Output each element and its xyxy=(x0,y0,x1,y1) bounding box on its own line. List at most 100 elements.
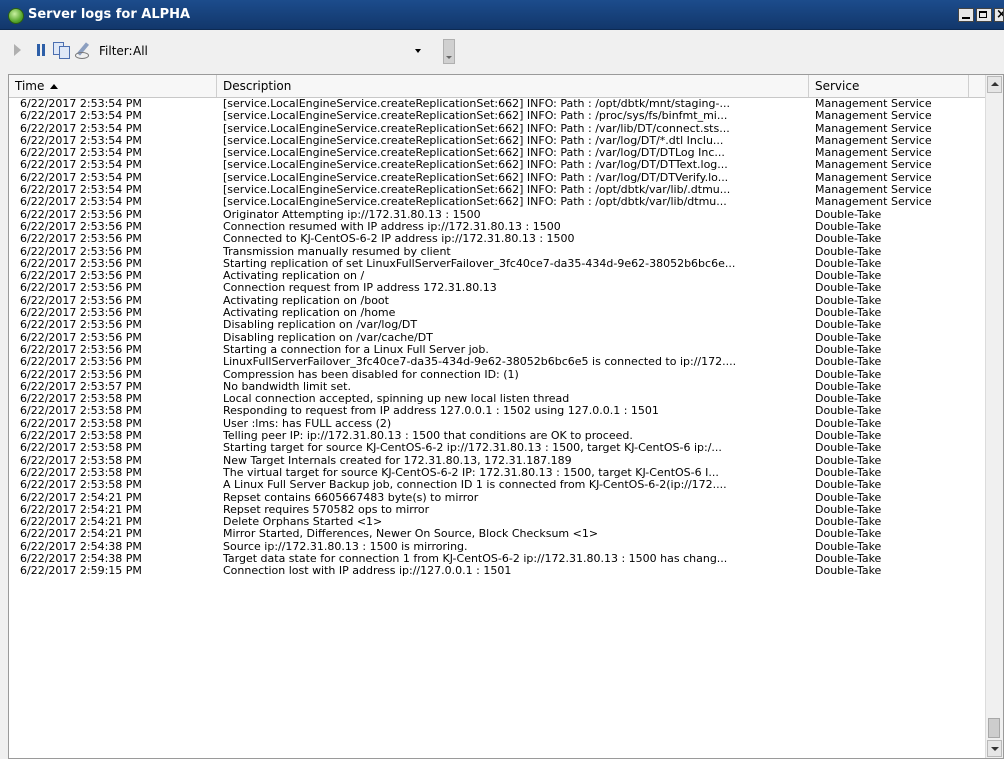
log-time: 6/22/2017 2:53:56 PM xyxy=(20,257,142,270)
log-service: Double-Take xyxy=(815,565,882,578)
table-row[interactable]: 6/22/2017 2:54:38 PM Target data state fo… xyxy=(9,553,987,565)
pause-icon[interactable] xyxy=(36,44,46,56)
table-row[interactable]: 6/22/2017 2:53:56 PM Connected to KJ-Cent… xyxy=(9,233,987,245)
table-row[interactable]: 6/22/2017 2:53:58 PM A Linux Full Server … xyxy=(9,479,987,491)
log-service: Double-Take xyxy=(815,233,882,246)
log-time: 6/22/2017 2:53:56 PM xyxy=(20,356,142,369)
log-time: 6/22/2017 2:53:54 PM xyxy=(20,147,142,160)
table-row[interactable]: 6/22/2017 2:53:58 PM Telling peer IP: ip:… xyxy=(9,430,987,442)
table-row[interactable]: 6/22/2017 2:53:57 PM No bandwidth limit s… xyxy=(9,381,987,393)
table-row[interactable]: 6/22/2017 2:53:58 PM Local connection acc… xyxy=(9,393,987,405)
log-description: Compression has been disabled for connec… xyxy=(223,368,519,381)
window-title: Server logs for ALPHA xyxy=(28,7,191,22)
filter-label: Filter: xyxy=(99,44,133,58)
log-description: [service.LocalEngineService.createReplic… xyxy=(223,184,731,197)
log-description: Source ip://172.31.80.13 : 1500 is mirro… xyxy=(223,540,468,553)
table-row[interactable]: 6/22/2017 2:53:54 PM [service.LocalEngine… xyxy=(9,147,987,159)
log-time: 6/22/2017 2:53:54 PM xyxy=(20,171,142,184)
column-header-description[interactable]: Description xyxy=(217,75,809,97)
log-service: Double-Take xyxy=(815,368,882,381)
table-row[interactable]: 6/22/2017 2:53:56 PM Activating replicati… xyxy=(9,295,987,307)
log-service: Double-Take xyxy=(815,343,882,356)
log-time: 6/22/2017 2:53:58 PM xyxy=(20,430,142,443)
log-time: 6/22/2017 2:54:21 PM xyxy=(20,503,142,516)
log-time: 6/22/2017 2:54:38 PM xyxy=(20,540,142,553)
table-row[interactable]: 6/22/2017 2:53:54 PM [service.LocalEngine… xyxy=(9,110,987,122)
scroll-down-button[interactable] xyxy=(987,740,1002,757)
log-service: Management Service xyxy=(815,184,932,197)
log-time: 6/22/2017 2:53:54 PM xyxy=(20,110,142,123)
log-service: Management Service xyxy=(815,147,932,160)
table-row[interactable]: 6/22/2017 2:53:54 PM [service.LocalEngine… xyxy=(9,172,987,184)
log-time: 6/22/2017 2:54:38 PM xyxy=(20,552,142,565)
log-description: Mirror Started, Differences, Newer On So… xyxy=(223,528,599,541)
log-service: Double-Take xyxy=(815,503,882,516)
log-service: Double-Take xyxy=(815,356,882,369)
log-time: 6/22/2017 2:53:56 PM xyxy=(20,233,142,246)
maximize-button[interactable] xyxy=(976,8,992,22)
table-row[interactable]: 6/22/2017 2:54:21 PM Repset contains 6605… xyxy=(9,492,987,504)
copy-icon[interactable] xyxy=(53,42,70,59)
table-row[interactable]: 6/22/2017 2:53:56 PM Connection request f… xyxy=(9,282,987,294)
log-time: 6/22/2017 2:53:56 PM xyxy=(20,220,142,233)
table-row[interactable]: 6/22/2017 2:54:21 PM Repset requires 5705… xyxy=(9,504,987,516)
column-header-time[interactable]: Time xyxy=(9,75,217,97)
log-description: Repset contains 6605667483 byte(s) to mi… xyxy=(223,491,479,504)
table-row[interactable]: 6/22/2017 2:53:54 PM [service.LocalEngine… xyxy=(9,98,987,110)
table-row[interactable]: 6/22/2017 2:53:58 PM The virtual target f… xyxy=(9,467,987,479)
play-icon[interactable] xyxy=(14,44,21,56)
table-row[interactable]: 6/22/2017 2:53:58 PM Responding to reques… xyxy=(9,405,987,417)
table-row[interactable]: 6/22/2017 2:53:56 PM LinuxFullServerFailo… xyxy=(9,356,987,368)
table-row[interactable]: 6/22/2017 2:53:54 PM [service.LocalEngine… xyxy=(9,159,987,171)
table-row[interactable]: 6/22/2017 2:53:58 PM Starting target for … xyxy=(9,442,987,454)
table-row[interactable]: 6/22/2017 2:53:56 PM Disabling replicatio… xyxy=(9,332,987,344)
toolbar-overflow-button[interactable] xyxy=(443,39,455,64)
log-service: Double-Take xyxy=(815,528,882,541)
log-description: Local connection accepted, spinning up n… xyxy=(223,393,570,406)
log-time: 6/22/2017 2:53:58 PM xyxy=(20,442,142,455)
log-time: 6/22/2017 2:53:58 PM xyxy=(20,479,142,492)
log-service: Double-Take xyxy=(815,307,882,320)
scroll-thumb[interactable] xyxy=(988,718,1000,738)
log-service: Double-Take xyxy=(815,208,882,221)
table-row[interactable]: 6/22/2017 2:53:56 PM Activating replicati… xyxy=(9,270,987,282)
table-row[interactable]: 6/22/2017 2:53:58 PM User :lms: has FULL … xyxy=(9,418,987,430)
log-service: Double-Take xyxy=(815,466,882,479)
table-row[interactable]: 6/22/2017 2:53:56 PM Starting replication… xyxy=(9,258,987,270)
window-controls: × xyxy=(958,8,1004,24)
log-time: 6/22/2017 2:53:58 PM xyxy=(20,393,142,406)
log-description: [service.LocalEngineService.createReplic… xyxy=(223,134,724,147)
table-row[interactable]: 6/22/2017 2:53:54 PM [service.LocalEngine… xyxy=(9,123,987,135)
table-row[interactable]: 6/22/2017 2:54:38 PM Source ip://172.31.8… xyxy=(9,541,987,553)
log-description: Connection request from IP address 172.3… xyxy=(223,282,497,295)
clear-icon[interactable] xyxy=(75,42,91,59)
table-row[interactable]: 6/22/2017 2:53:56 PM Compression has been… xyxy=(9,369,987,381)
close-button[interactable]: × xyxy=(994,8,1004,22)
table-row[interactable]: 6/22/2017 2:54:21 PM Delete Orphans Start… xyxy=(9,516,987,528)
table-row[interactable]: 6/22/2017 2:53:54 PM [service.LocalEngine… xyxy=(9,135,987,147)
table-row[interactable]: 6/22/2017 2:53:56 PM Originator Attemptin… xyxy=(9,209,987,221)
log-description: Telling peer IP: ip://172.31.80.13 : 150… xyxy=(223,430,633,443)
log-description: [service.LocalEngineService.createReplic… xyxy=(223,110,728,123)
table-row[interactable]: 6/22/2017 2:53:56 PM Transmission manuall… xyxy=(9,246,987,258)
log-service: Double-Take xyxy=(815,479,882,492)
table-row[interactable]: 6/22/2017 2:53:58 PM New Target Internals… xyxy=(9,455,987,467)
vertical-scrollbar[interactable] xyxy=(985,75,1003,758)
table-row[interactable]: 6/22/2017 2:53:56 PM Disabling replicatio… xyxy=(9,319,987,331)
table-row[interactable]: 6/22/2017 2:53:56 PM Starting a connectio… xyxy=(9,344,987,356)
table-row[interactable]: 6/22/2017 2:53:56 PM Activating replicati… xyxy=(9,307,987,319)
column-header-service[interactable]: Service xyxy=(809,75,969,97)
log-service: Double-Take xyxy=(815,270,882,283)
log-time: 6/22/2017 2:53:56 PM xyxy=(20,245,142,258)
log-service: Double-Take xyxy=(815,417,882,430)
table-row[interactable]: 6/22/2017 2:53:54 PM [service.LocalEngine… xyxy=(9,184,987,196)
table-row[interactable]: 6/22/2017 2:54:21 PM Mirror Started, Diff… xyxy=(9,528,987,540)
table-row[interactable]: 6/22/2017 2:59:15 PM Connection lost with… xyxy=(9,565,987,577)
minimize-button[interactable] xyxy=(958,8,974,22)
scroll-up-button[interactable] xyxy=(987,76,1002,93)
log-time: 6/22/2017 2:53:58 PM xyxy=(20,405,142,418)
table-row[interactable]: 6/22/2017 2:53:54 PM [service.LocalEngine… xyxy=(9,196,987,208)
table-row[interactable]: 6/22/2017 2:53:56 PM Connection resumed w… xyxy=(9,221,987,233)
title-bar[interactable]: Server logs for ALPHA × xyxy=(0,0,1004,30)
filter-dropdown[interactable]: All xyxy=(133,41,433,59)
